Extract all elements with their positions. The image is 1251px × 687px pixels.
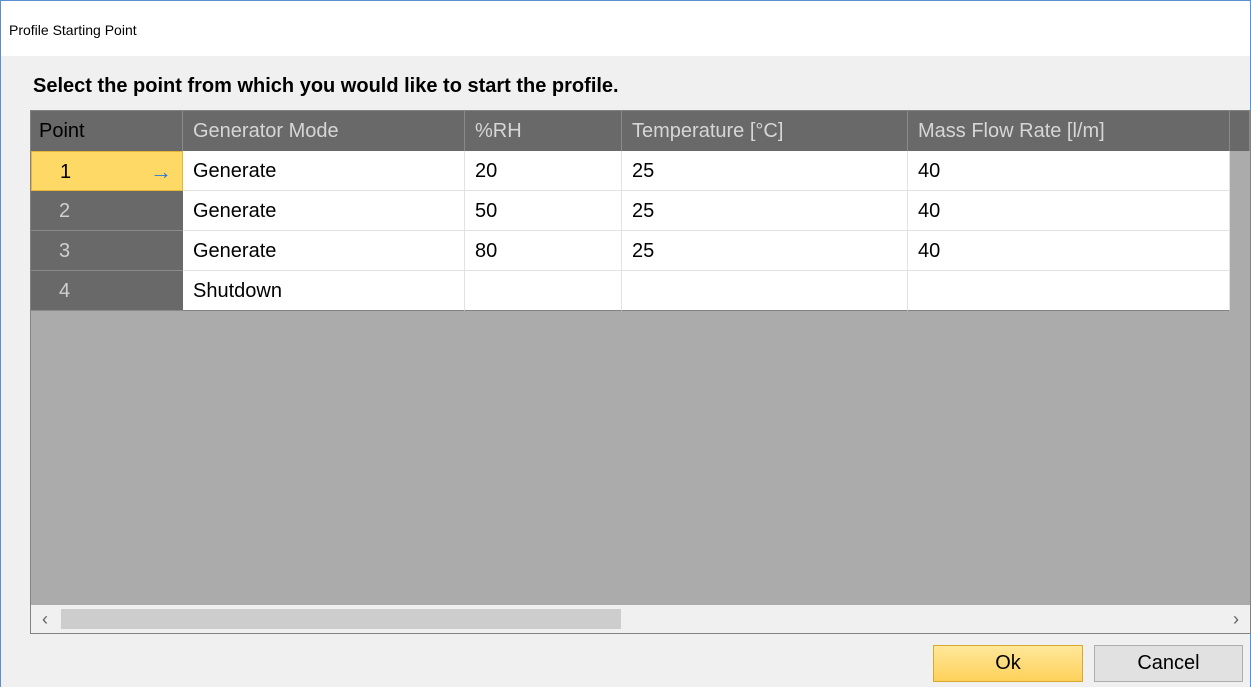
cell-generator-mode[interactable]: Shutdown (183, 271, 465, 311)
ok-button[interactable]: Ok (933, 645, 1083, 682)
column-header-generator-mode[interactable]: Generator Mode (183, 111, 465, 151)
cell-temperature[interactable] (622, 271, 908, 311)
cell-rh[interactable]: 50 (465, 191, 622, 231)
row-number: 1 (60, 161, 72, 183)
row-number: 3 (59, 240, 71, 262)
row-header[interactable]: 3 (31, 231, 183, 271)
arrow-right-icon: → (150, 159, 172, 184)
window-title: Profile Starting Point (9, 22, 137, 38)
cell-mass-flow-rate[interactable] (908, 271, 1230, 311)
column-header-filler (1230, 111, 1250, 151)
cancel-button[interactable]: Cancel (1094, 645, 1243, 682)
table-row[interactable]: 4 Shutdown (31, 271, 1230, 311)
title-bar[interactable]: Profile Starting Point (1, 1, 1250, 56)
cell-rh[interactable]: 80 (465, 231, 622, 271)
row-header[interactable]: 2 (31, 191, 183, 231)
cell-temperature[interactable]: 25 (622, 151, 908, 191)
instruction-text: Select the point from which you would li… (33, 75, 619, 97)
chevron-right-icon[interactable]: › (1224, 607, 1248, 631)
table-row[interactable]: 1 → Generate 20 25 40 (31, 151, 1230, 191)
column-header-temperature[interactable]: Temperature [°C] (622, 111, 908, 151)
cell-rh[interactable]: 20 (465, 151, 622, 191)
cell-generator-mode[interactable]: Generate (183, 231, 465, 271)
table-row[interactable]: 2 Generate 50 25 40 (31, 191, 1230, 231)
horizontal-scrollbar[interactable]: ‹ › (31, 605, 1250, 633)
column-header-mass-flow-rate[interactable]: Mass Flow Rate [l/m] (908, 111, 1230, 151)
cell-mass-flow-rate[interactable]: 40 (908, 151, 1230, 191)
column-header-point[interactable]: Point (31, 111, 183, 151)
cell-generator-mode[interactable]: Generate (183, 151, 465, 191)
cell-mass-flow-rate[interactable]: 40 (908, 191, 1230, 231)
cell-mass-flow-rate[interactable]: 40 (908, 231, 1230, 271)
cell-temperature[interactable]: 25 (622, 191, 908, 231)
profile-grid[interactable]: Point Generator Mode %RH Temperature [°C… (30, 110, 1251, 634)
column-header-rh[interactable]: %RH (465, 111, 622, 151)
cell-rh[interactable] (465, 271, 622, 311)
dialog-window: Profile Starting Point Select the point … (0, 0, 1251, 687)
cell-generator-mode[interactable]: Generate (183, 191, 465, 231)
cell-temperature[interactable]: 25 (622, 231, 908, 271)
row-number: 2 (59, 200, 71, 222)
row-header[interactable]: 1 → (31, 151, 183, 191)
table-row[interactable]: 3 Generate 80 25 40 (31, 231, 1230, 271)
chevron-left-icon[interactable]: ‹ (33, 607, 57, 631)
scrollbar-thumb[interactable] (61, 609, 621, 629)
row-number: 4 (59, 280, 71, 302)
row-header[interactable]: 4 (31, 271, 183, 311)
